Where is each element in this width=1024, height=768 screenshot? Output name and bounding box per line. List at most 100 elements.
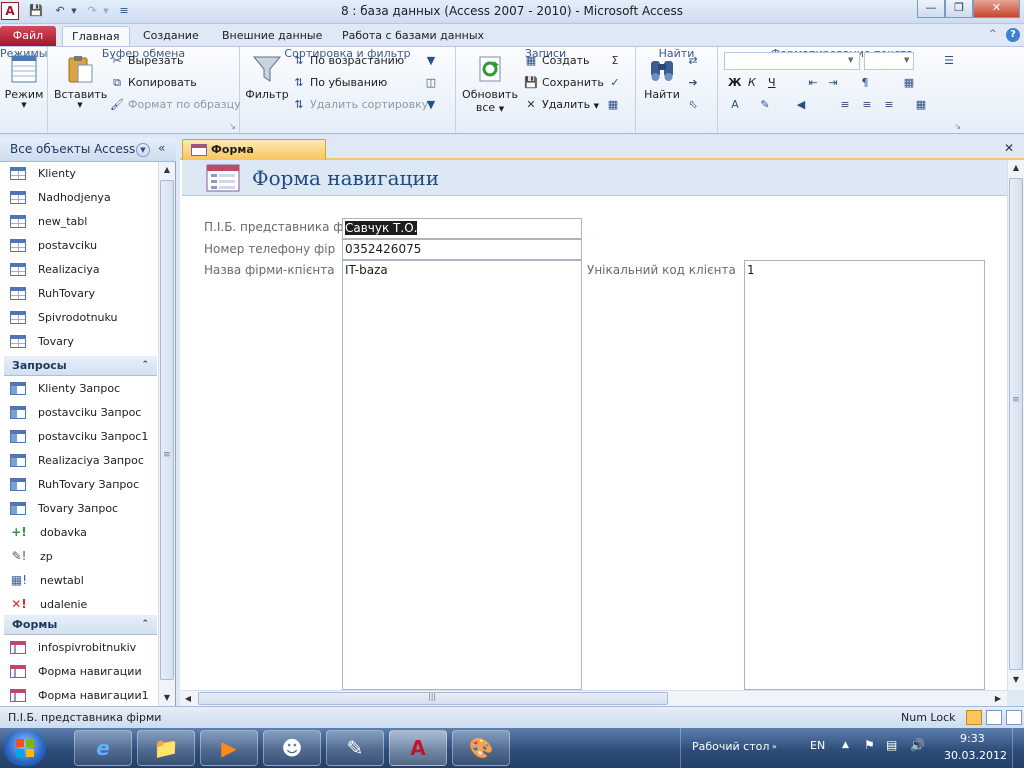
scroll-left-icon[interactable]: ◀ xyxy=(180,691,196,706)
font-name-combo[interactable] xyxy=(724,52,860,70)
paragraph-direction-button[interactable]: ¶ xyxy=(858,74,876,92)
nav-query-item[interactable]: Tovary Запрос xyxy=(10,497,158,521)
select-button[interactable]: ⬁ xyxy=(686,96,704,114)
toggle-filter-button[interactable]: ▼ xyxy=(424,96,442,114)
firm-field[interactable]: IT-baza xyxy=(342,260,582,690)
nav-table-item[interactable]: postavciku xyxy=(10,234,158,258)
go-to-button[interactable]: ➔ xyxy=(686,74,704,92)
maximize-button[interactable]: ❐ xyxy=(945,0,973,18)
nav-group-forms[interactable]: Формы ⌃ xyxy=(4,615,157,635)
tab-database-tools[interactable]: Работа с базами данных xyxy=(333,26,493,46)
minimize-button[interactable]: — xyxy=(917,0,945,18)
nav-menu-dropdown-icon[interactable]: ▼ xyxy=(136,143,150,157)
nav-table-item[interactable]: Realizaciya xyxy=(10,258,158,282)
nav-table-item[interactable]: Tovary xyxy=(10,330,158,354)
nav-form-item[interactable]: Форма навигации1 xyxy=(10,684,158,706)
nav-query-item[interactable]: Klienty Запрос xyxy=(10,377,158,401)
taskbar-paint-button[interactable]: ✎ xyxy=(326,730,384,766)
form-horizontal-scrollbar[interactable]: ◀ ||| ▶ xyxy=(180,690,1007,706)
tab-navigation-form2[interactable]: Форма навигации2 xyxy=(182,139,326,175)
clipboard-launcher-icon[interactable]: ↘ xyxy=(229,122,236,131)
taskbar-access-button[interactable]: A xyxy=(389,730,447,766)
refresh-all-button[interactable]: Обновить все ▼ xyxy=(458,53,522,114)
highlight-button[interactable]: ✎ xyxy=(758,96,776,114)
phone-field[interactable]: 0352426075 xyxy=(342,239,582,260)
pib-field[interactable]: Савчук Т.О. xyxy=(342,218,582,239)
delete-record-button[interactable]: ✕ Удалить ▼ xyxy=(524,96,599,114)
align-right-button[interactable]: ≡ xyxy=(882,96,900,114)
indent-increase-button[interactable]: ⇥ xyxy=(826,74,844,92)
nav-query-item[interactable]: ✕! udalenie xyxy=(10,593,158,617)
tab-create[interactable]: Создание xyxy=(134,26,208,46)
nav-scroll-thumb[interactable] xyxy=(160,180,174,680)
scroll-down-icon[interactable]: ▼ xyxy=(159,690,175,706)
nav-query-item[interactable]: ▦! newtabl xyxy=(10,569,158,593)
nav-query-item[interactable]: Realizaciya Запрос xyxy=(10,449,158,473)
taskbar-paint-palette-button[interactable]: 🎨 xyxy=(452,730,510,766)
italic-button[interactable]: К xyxy=(748,74,756,92)
nav-table-item[interactable]: Klienty xyxy=(10,162,158,186)
selection-filter-button[interactable]: ▼ xyxy=(424,52,442,70)
form-view-icon[interactable] xyxy=(966,710,982,725)
sort-descending-button[interactable]: ⇅ По убыванию xyxy=(292,74,387,92)
font-size-dropdown-icon[interactable]: ▼ xyxy=(904,56,909,64)
replace-button[interactable]: ⇄ xyxy=(686,52,704,70)
nav-group-queries[interactable]: Запросы ⌃ xyxy=(4,356,157,376)
form-vertical-scrollbar[interactable]: ▲ ≡ ▼ xyxy=(1007,160,1024,690)
nav-scrollbar[interactable]: ▲ ≡ ▼ xyxy=(158,162,175,706)
format-painter-button[interactable]: 🖌 Формат по образцу xyxy=(110,96,241,114)
copy-button[interactable]: ⧉ Копировать xyxy=(110,74,197,92)
sort-ascending-button[interactable]: ⇅ По возрастанию xyxy=(292,52,404,70)
find-button[interactable]: Найти xyxy=(640,53,684,101)
paste-button[interactable]: Вставить ▼ xyxy=(54,53,107,109)
network-icon[interactable]: ▤ xyxy=(886,738,897,752)
client-code-field[interactable]: 1 xyxy=(744,260,985,690)
nav-query-item[interactable]: postavciku Запрос1 xyxy=(10,425,158,449)
save-record-button[interactable]: 💾 Сохранить xyxy=(524,74,604,92)
desktop-toolbar-chevron-icon[interactable]: » xyxy=(772,742,777,751)
clock-time[interactable]: 9:33 xyxy=(960,732,985,745)
more-records-button[interactable]: ▦ xyxy=(606,96,624,114)
alt-row-color-button[interactable]: ▦ xyxy=(902,74,920,92)
taskbar-ie-button[interactable]: e xyxy=(74,730,132,766)
minimize-ribbon-icon[interactable]: ^ xyxy=(989,29,1001,41)
scroll-down-icon[interactable]: ▼ xyxy=(1008,672,1024,688)
nav-form-item[interactable]: infospivrobitnukiv xyxy=(10,636,158,660)
align-left-button[interactable]: ≡ xyxy=(838,96,856,114)
form-vscroll-thumb[interactable] xyxy=(1009,178,1023,670)
indent-decrease-button[interactable]: ⇤ xyxy=(806,74,824,92)
tab-file[interactable]: Файл xyxy=(0,26,56,46)
filter-button[interactable]: Фильтр xyxy=(244,53,290,101)
fill-color-button[interactable]: ◀ xyxy=(794,96,812,114)
nav-pane-header[interactable]: Все объекты Access ▼ « xyxy=(0,138,176,162)
start-button[interactable] xyxy=(4,730,46,766)
shutter-bar-close-icon[interactable]: « xyxy=(158,141,165,155)
nav-table-item[interactable]: new_tabl xyxy=(10,210,158,234)
nav-query-item[interactable]: postavciku Запрос xyxy=(10,401,158,425)
view-mode-button[interactable]: Режим ▼ xyxy=(4,53,44,109)
text-format-launcher-icon[interactable]: ↘ xyxy=(954,122,961,131)
help-icon[interactable]: ? xyxy=(1006,28,1020,42)
cut-button[interactable]: ✂ Вырезать xyxy=(110,52,183,70)
scroll-right-icon[interactable]: ▶ xyxy=(990,691,1006,706)
nav-form-item[interactable]: Форма навигации xyxy=(10,660,158,684)
nav-query-item[interactable]: +! dobavka xyxy=(10,521,158,545)
scroll-up-icon[interactable]: ▲ xyxy=(1008,160,1024,176)
layout-view-icon[interactable] xyxy=(986,710,1002,725)
nav-table-item[interactable]: Spivrodotnuku xyxy=(10,306,158,330)
nav-table-item[interactable]: RuhTovary xyxy=(10,282,158,306)
spelling-button[interactable]: ✓ xyxy=(608,74,626,92)
show-desktop-button[interactable] xyxy=(1012,728,1024,768)
taskbar-explorer-button[interactable]: 📁 xyxy=(137,730,195,766)
language-indicator[interactable]: EN xyxy=(810,739,825,752)
taskbar-media-player-button[interactable]: ▶ xyxy=(200,730,258,766)
nav-query-item[interactable]: ✎! zp xyxy=(10,545,158,569)
close-document-icon[interactable]: ✕ xyxy=(1004,141,1014,155)
nav-query-item[interactable]: RuhTovary Запрос xyxy=(10,473,158,497)
tab-external-data[interactable]: Внешние данные xyxy=(213,26,331,46)
remove-sort-button[interactable]: ⇅ Удалить сортировку xyxy=(292,96,428,114)
new-record-button[interactable]: ▦ Создать xyxy=(524,52,590,70)
gridlines-button[interactable]: ▦ xyxy=(914,96,932,114)
close-button[interactable]: ✕ xyxy=(973,0,1020,18)
action-center-flag-icon[interactable]: ⚑ xyxy=(864,738,875,752)
